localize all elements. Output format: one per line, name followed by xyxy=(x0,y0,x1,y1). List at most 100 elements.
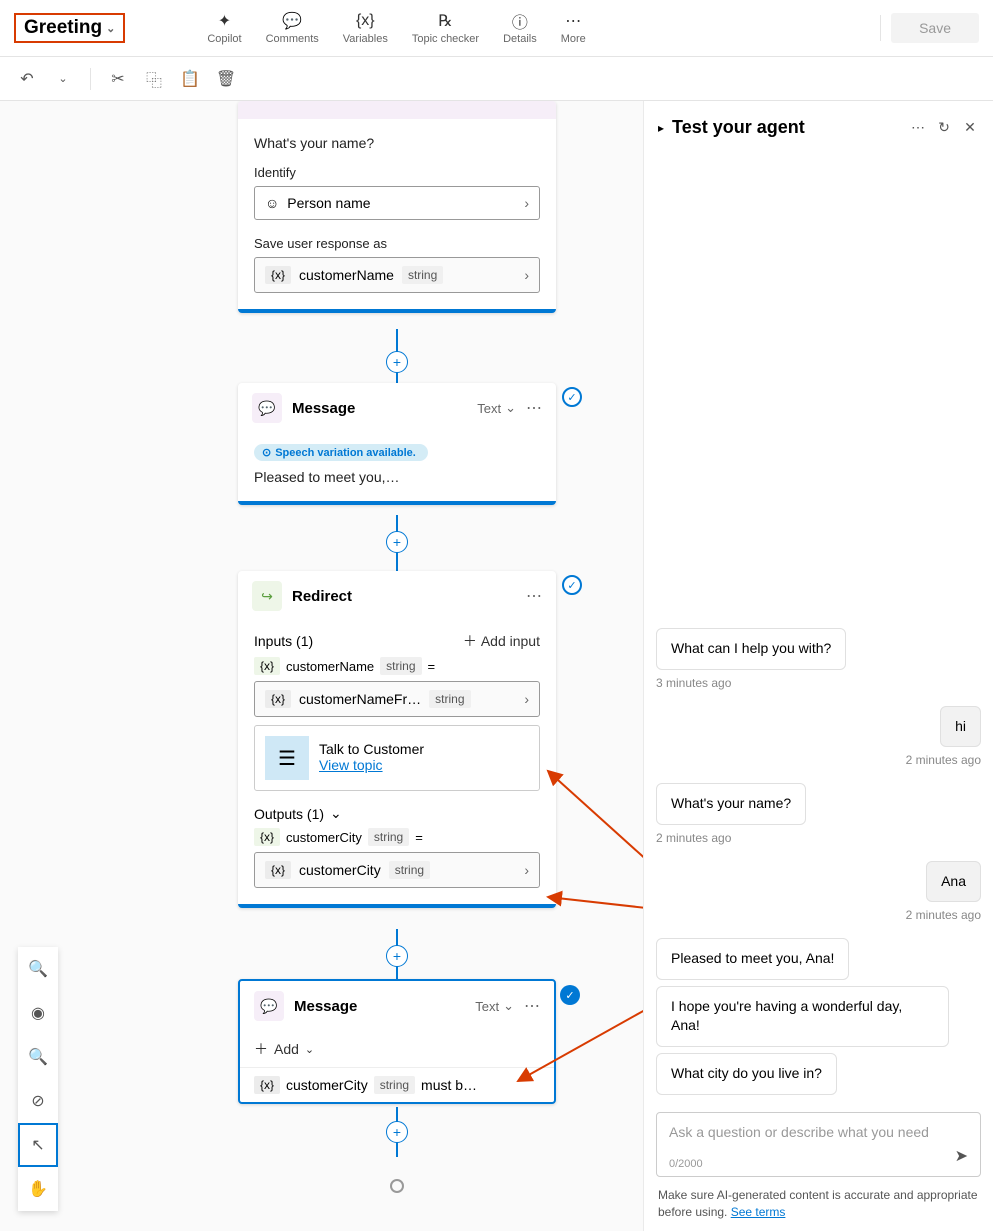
more-icon[interactable]: ⋯ xyxy=(526,398,542,418)
question-prompt: What's your name? xyxy=(254,129,540,165)
edit-toolbar: ↶ ⌄ ✂ ⿻ 📋 🗑 xyxy=(0,57,993,101)
variables-icon: {x} xyxy=(355,11,375,31)
bot-message: What's your name? xyxy=(656,783,806,825)
outputs-header[interactable]: Outputs (1) ⌄ xyxy=(254,805,540,822)
message-icon: 💬 xyxy=(252,393,282,423)
chat-input[interactable]: Ask a question or describe what you need… xyxy=(656,1112,981,1178)
chevron-down-icon: ⌄ xyxy=(505,400,516,416)
check-badge-filled: ✓ xyxy=(560,985,580,1005)
identify-label: Identify xyxy=(254,165,540,180)
output-mapped-field[interactable]: {x} customerCity string › xyxy=(254,852,540,888)
more-icon[interactable]: ⋯ xyxy=(526,586,542,606)
stethoscope-icon: ℞ xyxy=(435,11,455,31)
chevron-right-icon: › xyxy=(524,862,529,878)
divider xyxy=(880,15,881,41)
timestamp: 2 minutes ago xyxy=(656,1101,731,1102)
refresh-icon[interactable]: ↻ xyxy=(935,119,953,137)
pan-button[interactable]: ✋ xyxy=(18,1167,58,1211)
redirect-node[interactable]: ✓ ↪ Redirect ⋯ Inputs (1) ＋ Add input {x… xyxy=(238,571,556,908)
send-icon[interactable]: ➤ xyxy=(955,1146,968,1166)
add-node-button[interactable]: + xyxy=(386,1121,408,1143)
bot-message: What city do you live in? xyxy=(656,1053,837,1095)
delete-button[interactable]: 🗑 xyxy=(217,70,235,88)
close-icon[interactable]: ✕ xyxy=(961,119,979,137)
add-node-button[interactable]: + xyxy=(386,945,408,967)
topic-name[interactable]: Greeting ⌄ xyxy=(14,13,125,43)
person-icon: ☺ xyxy=(265,195,279,211)
chevron-down-icon: ⌄ xyxy=(330,805,342,822)
top-toolbar: Greeting ⌄ ✦Copilot 💬Comments {x}Variabl… xyxy=(0,0,993,57)
bot-message: What can I help you with? xyxy=(656,628,846,670)
end-tools: Save xyxy=(880,13,979,43)
add-node-button[interactable]: + xyxy=(386,351,408,373)
copy-button[interactable]: ⿻ xyxy=(145,70,163,88)
timestamp: 2 minutes ago xyxy=(906,753,981,767)
speech-pill[interactable]: ⊙ Speech variation available. xyxy=(254,444,428,461)
more-icon: ⋯ xyxy=(563,11,583,31)
bot-message: Pleased to meet you, Ana! xyxy=(656,938,849,980)
comment-icon: 💬 xyxy=(282,11,302,31)
test-panel: ▸ Test your agent ⋯ ↻ ✕ What can I help … xyxy=(643,101,993,1231)
text-type[interactable]: Text ⌄ xyxy=(475,998,514,1014)
input-var-display: {x}customerName string = xyxy=(254,657,540,675)
copilot-icon: ✦ xyxy=(214,11,234,31)
timestamp: 3 minutes ago xyxy=(656,676,731,690)
add-node-button[interactable]: + xyxy=(386,531,408,553)
topic-icon: ☰ xyxy=(265,736,309,780)
char-count: 0/2000 xyxy=(669,1158,968,1170)
select-button[interactable]: ↖ xyxy=(18,1123,58,1167)
more-icon[interactable]: ⋯ xyxy=(909,119,927,137)
timestamp: 2 minutes ago xyxy=(906,908,981,922)
see-terms-link[interactable]: See terms xyxy=(731,1205,786,1219)
zoom-out-button[interactable]: 🔍 xyxy=(18,1035,58,1079)
undo-button[interactable]: ↶ xyxy=(18,70,36,88)
copilot-button[interactable]: ✦Copilot xyxy=(203,9,245,47)
inputs-label: Inputs (1) xyxy=(254,633,313,649)
bot-message: I hope you're having a wonderful day, An… xyxy=(656,986,949,1047)
topic-checker-button[interactable]: ℞Topic checker xyxy=(408,9,483,47)
reset-button[interactable]: ⊘ xyxy=(18,1079,58,1123)
disclaimer: Make sure AI-generated content is accura… xyxy=(644,1183,993,1231)
timestamp: 2 minutes ago xyxy=(656,831,731,845)
end-node xyxy=(390,1179,404,1193)
save-button[interactable]: Save xyxy=(891,13,979,43)
message-content: {x} customerCity string must b… xyxy=(240,1068,554,1102)
input-mapped-field[interactable]: {x} customerNameFr… string › xyxy=(254,681,540,717)
check-badge: ✓ xyxy=(562,575,582,595)
chevron-right-icon: › xyxy=(524,267,529,283)
message-icon: 💬 xyxy=(254,991,284,1021)
message-node-1[interactable]: ✓ 💬 Message Text ⌄ ⋯ ⊙ Speech variation … xyxy=(238,383,556,505)
view-topic-link[interactable]: View topic xyxy=(319,757,383,773)
variables-button[interactable]: {x}Variables xyxy=(339,9,392,47)
chat-log[interactable]: What can I help you with?3 minutes agohi… xyxy=(644,628,993,1102)
undo-chev[interactable]: ⌄ xyxy=(54,70,72,88)
more-button[interactable]: ⋯More xyxy=(557,9,590,47)
output-var-display: {x}customerCity string = xyxy=(254,828,540,846)
cut-button[interactable]: ✂ xyxy=(109,70,127,88)
question-node[interactable]: What's your name? Identify ☺ Person name… xyxy=(238,101,556,313)
comments-button[interactable]: 💬Comments xyxy=(262,9,323,47)
user-message: Ana xyxy=(926,861,981,903)
fit-button[interactable]: ◉ xyxy=(18,991,58,1035)
details-button[interactable]: ⓘDetails xyxy=(499,9,541,47)
variable-field[interactable]: {x} customerName string › xyxy=(254,257,540,293)
toolbar-group: ✦Copilot 💬Comments {x}Variables ℞Topic c… xyxy=(203,9,589,47)
chevron-down-icon: ⌄ xyxy=(503,998,514,1014)
info-icon: ⓘ xyxy=(510,11,530,31)
zoom-tools: 🔍 ◉ 🔍 ⊘ ↖ ✋ xyxy=(18,947,58,1211)
zoom-in-button[interactable]: 🔍 xyxy=(18,947,58,991)
text-type[interactable]: Text ⌄ xyxy=(477,400,516,416)
add-input-button[interactable]: ＋ Add input xyxy=(463,631,540,651)
topic-name-text: Greeting xyxy=(24,17,102,39)
message-node-2[interactable]: ✓ 💬 Message Text ⌄ ⋯ ＋ Add ⌄ {x} custome… xyxy=(238,979,556,1104)
identify-field[interactable]: ☺ Person name › xyxy=(254,186,540,220)
chevron-right-icon: › xyxy=(524,691,529,707)
chat-placeholder: Ask a question or describe what you need xyxy=(669,1123,968,1143)
add-variation-button[interactable]: ＋ Add ⌄ xyxy=(240,1031,554,1068)
paste-button[interactable]: 📋 xyxy=(181,70,199,88)
authoring-canvas[interactable]: What's your name? Identify ☺ Person name… xyxy=(0,101,643,1231)
redirect-topic-card[interactable]: ☰ Talk to Customer View topic xyxy=(254,725,540,791)
caret-right-icon[interactable]: ▸ xyxy=(658,121,664,135)
chevron-down-icon: ⌄ xyxy=(106,22,115,35)
more-icon[interactable]: ⋯ xyxy=(524,996,540,1016)
